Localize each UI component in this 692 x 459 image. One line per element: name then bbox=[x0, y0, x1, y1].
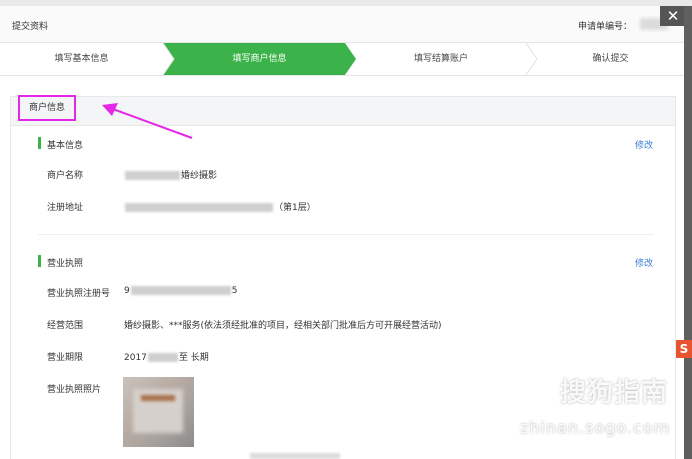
license-photo-header bbox=[141, 395, 175, 401]
watermark-url: zhinan.sogo.com bbox=[520, 418, 671, 437]
license-reg-no-label: 营业执照注册号 bbox=[47, 289, 111, 299]
license-reg-no-value: 95 bbox=[124, 286, 237, 296]
dialog-title: 提交资料 bbox=[12, 22, 49, 32]
business-license-title: 营业执照 bbox=[37, 255, 83, 269]
business-license-photo[interactable] bbox=[123, 377, 194, 447]
dialog-titlebar: 提交资料 申请单编号： bbox=[0, 6, 684, 43]
business-scope-label: 经营范围 bbox=[47, 321, 84, 331]
business-license-edit-link[interactable]: 修改 bbox=[635, 256, 653, 269]
page-scroll-edge bbox=[684, 6, 692, 459]
step-merchant-info: 填写商户信息 bbox=[174, 43, 345, 75]
address-suffix: （第1层） bbox=[274, 203, 316, 213]
redacted-text bbox=[125, 203, 273, 212]
redacted-text bbox=[125, 171, 180, 180]
business-scope-value: 婚纱摄影、***服务(依法须经批准的项目，经相关部门批准后方可开展经营活动) bbox=[124, 321, 442, 331]
progress-steps: 填写基本信息 填写商户信息 填写结算账户 确认提交 bbox=[0, 43, 684, 76]
license-photo-label: 营业执照照片 bbox=[47, 385, 102, 395]
merchant-name-suffix: 婚纱摄影 bbox=[181, 171, 218, 181]
redacted-text bbox=[147, 353, 178, 362]
redacted-text bbox=[130, 286, 231, 295]
watermark-text: 搜狗指南 bbox=[560, 378, 669, 408]
term-start-prefix: 2017 bbox=[124, 353, 147, 363]
section-title-highlight: 商户信息 bbox=[18, 95, 76, 121]
step-settlement-account: 填写结算账户 bbox=[356, 43, 526, 75]
section-divider bbox=[38, 234, 654, 235]
merchant-name-value: 婚纱摄影 bbox=[124, 168, 217, 181]
basic-info-title: 基本信息 bbox=[37, 137, 83, 151]
step-label: 填写商户信息 bbox=[232, 54, 287, 64]
annotation-arrow bbox=[102, 103, 193, 139]
close-icon[interactable]: ✕ bbox=[660, 6, 686, 26]
reg-no-suffix: 5 bbox=[231, 286, 238, 296]
step-label: 填写结算账户 bbox=[413, 54, 468, 64]
term-end: 至 长期 bbox=[178, 353, 209, 363]
step-label: 填写基本信息 bbox=[54, 54, 109, 64]
application-number-label: 申请单编号： bbox=[578, 22, 633, 32]
business-term-label: 营业期限 bbox=[47, 353, 84, 363]
merchant-name-label: 商户名称 bbox=[47, 171, 84, 181]
cut-off-text bbox=[250, 453, 340, 459]
address-label: 注册地址 bbox=[47, 203, 84, 213]
step-confirm-submit: 确认提交 bbox=[537, 43, 684, 75]
address-value: （第1层） bbox=[124, 200, 316, 213]
side-feedback-icon[interactable]: S bbox=[676, 340, 692, 358]
business-term-value: 2017 至 长期 bbox=[124, 350, 209, 363]
step-basic-info: 填写基本信息 bbox=[0, 43, 163, 75]
step-label: 确认提交 bbox=[592, 54, 629, 64]
sogou-logo-icon: S bbox=[510, 368, 550, 408]
reg-no-prefix: 9 bbox=[124, 286, 130, 296]
basic-info-edit-link[interactable]: 修改 bbox=[635, 138, 653, 151]
